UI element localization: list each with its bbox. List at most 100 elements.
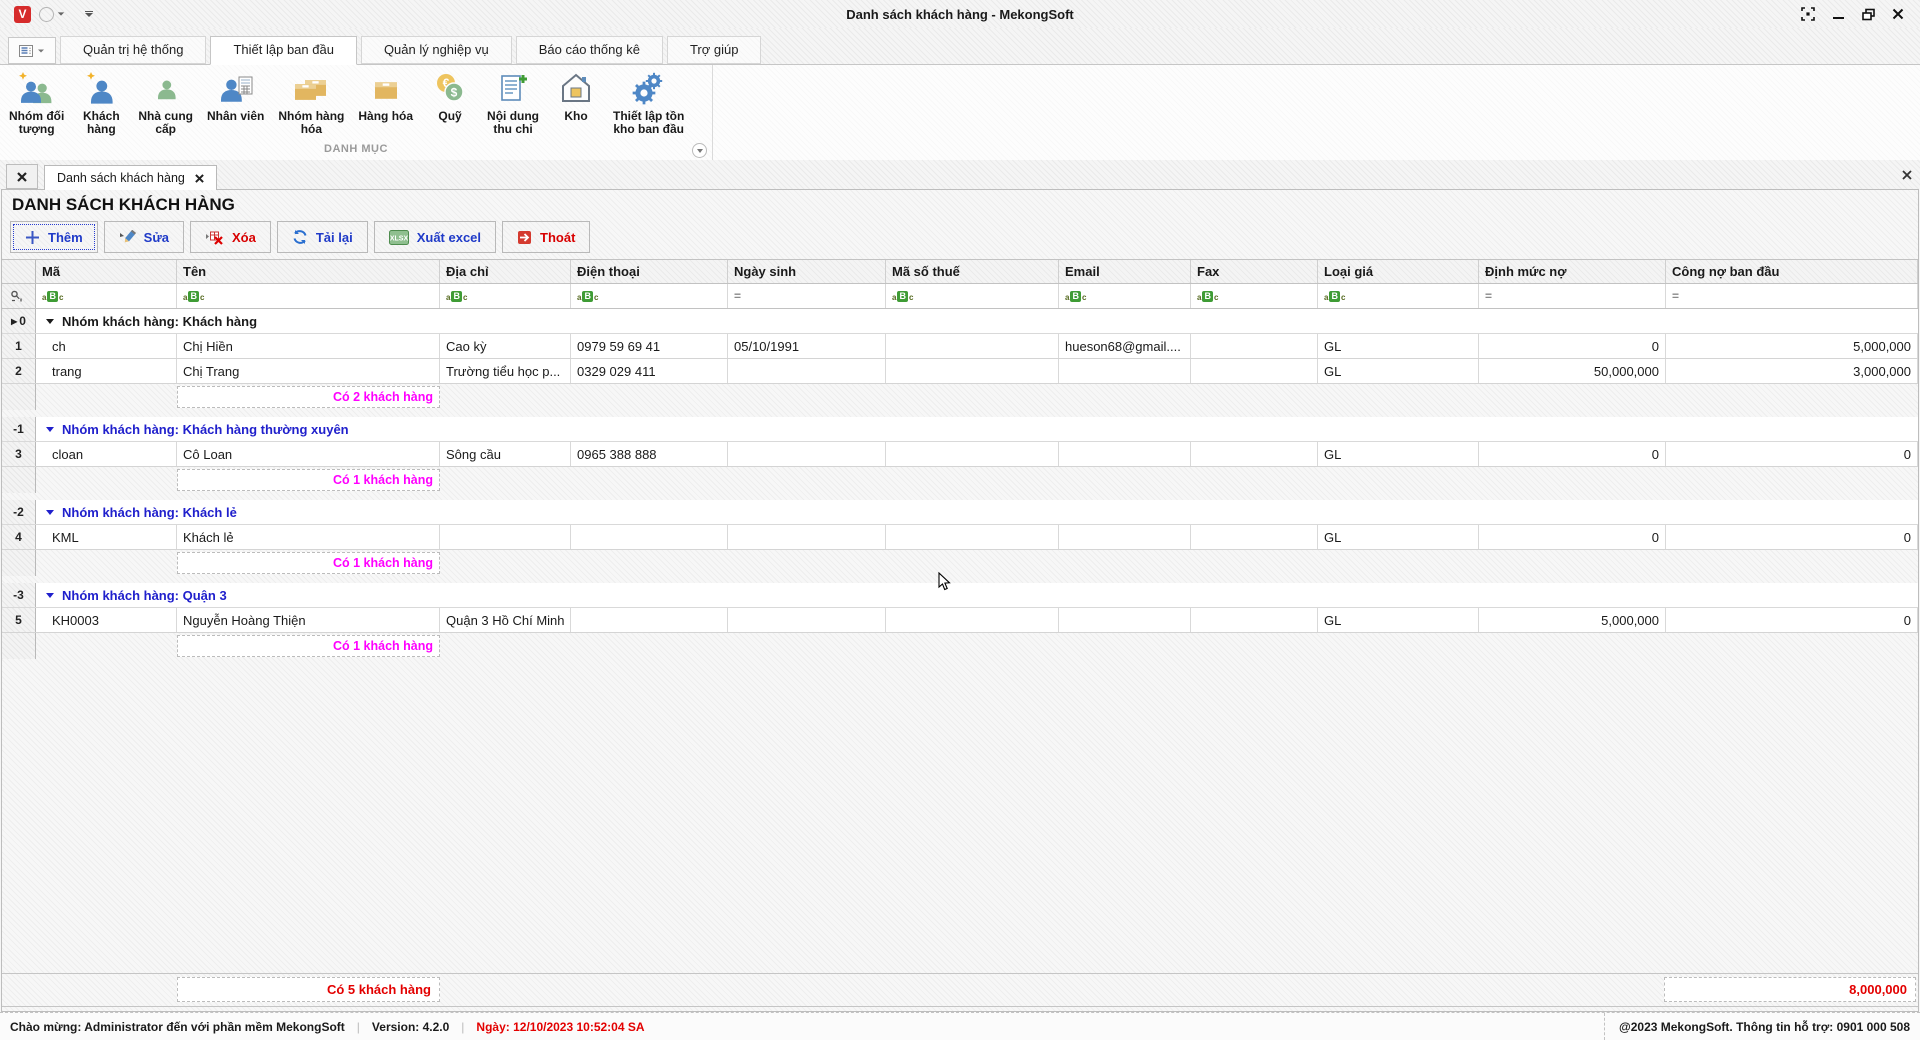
cell-Công nợ ban đầu[interactable]: 0	[1666, 608, 1918, 632]
group-row[interactable]: -2Nhóm khách hàng: Khách lẻ	[2, 500, 1918, 525]
cell-Email[interactable]	[1059, 442, 1191, 466]
toolbar-button[interactable]: Tải lại	[277, 221, 368, 253]
ribbon-tab[interactable]: Quản trị hệ thống	[60, 36, 206, 64]
ribbon-tab[interactable]: Trợ giúp	[667, 36, 762, 64]
cell-Mã số thuế[interactable]	[886, 359, 1059, 383]
cell-Điện thoại[interactable]	[571, 525, 728, 549]
close-icon[interactable]	[195, 174, 204, 183]
cell-Loại giá[interactable]: GL	[1318, 525, 1479, 549]
cell-Ngày sinh[interactable]: 05/10/1991	[728, 334, 886, 358]
cell-Tên[interactable]: Cô Loan	[177, 442, 440, 466]
column-header-1[interactable]: Mã	[36, 260, 177, 283]
group-row[interactable]: -1Nhóm khách hàng: Khách hàng thường xuy…	[2, 417, 1918, 442]
data-row[interactable]: 5KH0003Nguyễn Hoàng ThiệnQuận 3 Hồ Chí M…	[2, 608, 1918, 633]
close-tab-button-left[interactable]	[6, 164, 38, 189]
ribbon-item[interactable]: Nhóm đối tượng	[2, 69, 71, 138]
cell-Ngày sinh[interactable]	[728, 442, 886, 466]
cell-Mã[interactable]: ch	[36, 334, 177, 358]
ribbon-item[interactable]: Hàng hóa	[351, 69, 420, 125]
column-header-2[interactable]: Tên	[177, 260, 440, 283]
column-header-8[interactable]: Fax	[1191, 260, 1318, 283]
tab-danh-sach-khach-hang[interactable]: Danh sách khách hàng	[44, 165, 217, 190]
ribbon-item[interactable]: €$Quỹ	[420, 69, 480, 125]
cell-Địa chỉ[interactable]: Sông cầu	[440, 442, 571, 466]
column-header-5[interactable]: Ngày sinh	[728, 260, 886, 283]
toolbar-button[interactable]: Sửa	[104, 221, 184, 253]
column-header-10[interactable]: Định mức nợ	[1479, 260, 1666, 283]
cell-Ngày sinh[interactable]	[728, 608, 886, 632]
cell-Mã số thuế[interactable]	[886, 442, 1059, 466]
group-row-content[interactable]: Nhóm khách hàng: Khách hàng	[36, 309, 1918, 333]
cell-Ngày sinh[interactable]	[728, 525, 886, 549]
close-document-button[interactable]	[1902, 168, 1912, 183]
collapse-triangle-icon[interactable]	[46, 319, 54, 324]
collapse-triangle-icon[interactable]	[46, 593, 54, 598]
fit-screen-button[interactable]	[1800, 6, 1816, 22]
minimize-button[interactable]	[1830, 6, 1846, 22]
cell-Công nợ ban đầu[interactable]: 0	[1666, 525, 1918, 549]
filter-cell-3[interactable]: aBc	[440, 284, 571, 308]
ribbon-item[interactable]: Nhân viên	[200, 69, 271, 125]
column-header-4[interactable]: Điện thoại	[571, 260, 728, 283]
ribbon-tab[interactable]: Thiết lập ban đầu	[210, 36, 356, 65]
cell-Mã số thuế[interactable]	[886, 608, 1059, 632]
toolbar-button[interactable]: Thoát	[502, 221, 590, 253]
ribbon-item[interactable]: Nhóm hàng hóa	[271, 69, 351, 138]
column-header-11[interactable]: Công nợ ban đầu	[1666, 260, 1918, 283]
column-header-9[interactable]: Loại giá	[1318, 260, 1479, 283]
restore-button[interactable]	[1860, 6, 1876, 22]
column-header-6[interactable]: Mã số thuế	[886, 260, 1059, 283]
filter-cell-2[interactable]: aBc	[177, 284, 440, 308]
cell-Công nợ ban đầu[interactable]: 3,000,000	[1666, 359, 1918, 383]
filter-cell-9[interactable]: aBc	[1318, 284, 1479, 308]
cell-Email[interactable]	[1059, 525, 1191, 549]
group-row-content[interactable]: Nhóm khách hàng: Khách lẻ	[36, 500, 1918, 524]
row-indicator[interactable]: 3	[2, 442, 36, 466]
cell-Địa chỉ[interactable]: Cao kỳ	[440, 334, 571, 358]
group-row-content[interactable]: Nhóm khách hàng: Khách hàng thường xuyên	[36, 417, 1918, 441]
cell-Mã số thuế[interactable]	[886, 334, 1059, 358]
toolbar-button[interactable]: XLSXXuất excel	[374, 221, 496, 253]
cell-Định mức nợ[interactable]: 5,000,000	[1479, 608, 1666, 632]
close-button[interactable]	[1890, 6, 1906, 22]
ribbon-item[interactable]: Nội dung thu chi	[480, 69, 546, 138]
cell-Công nợ ban đầu[interactable]: 5,000,000	[1666, 334, 1918, 358]
cell-Địa chỉ[interactable]: Quận 3 Hồ Chí Minh	[440, 608, 571, 632]
cell-Tên[interactable]: Nguyễn Hoàng Thiện	[177, 608, 440, 632]
ribbon-item[interactable]: Khách hàng	[71, 69, 131, 138]
row-indicator[interactable]: 4	[2, 525, 36, 549]
toolbar-button[interactable]: Thêm	[10, 221, 98, 253]
cell-Mã[interactable]: KML	[36, 525, 177, 549]
cell-Công nợ ban đầu[interactable]: 0	[1666, 442, 1918, 466]
filter-cell-5[interactable]: =	[728, 284, 886, 308]
cell-Loại giá[interactable]: GL	[1318, 608, 1479, 632]
cell-Định mức nợ[interactable]: 0	[1479, 525, 1666, 549]
cell-Điện thoại[interactable]: 0965 388 888	[571, 442, 728, 466]
row-indicator[interactable]: 1	[2, 334, 36, 358]
cell-Tên[interactable]: Chị Hiền	[177, 334, 440, 358]
cell-Loại giá[interactable]: GL	[1318, 442, 1479, 466]
ribbon-tab[interactable]: Quản lý nghiệp vụ	[361, 36, 512, 64]
cell-Điện thoại[interactable]	[571, 608, 728, 632]
group-row[interactable]: ▶0Nhóm khách hàng: Khách hàng	[2, 309, 1918, 334]
cell-Email[interactable]	[1059, 359, 1191, 383]
ribbon-item[interactable]: Thiết lập tồn kho ban đầu	[606, 69, 691, 138]
cell-Fax[interactable]	[1191, 608, 1318, 632]
row-indicator[interactable]: 2	[2, 359, 36, 383]
cell-Mã[interactable]: trang	[36, 359, 177, 383]
cell-Điện thoại[interactable]: 0979 59 69 41	[571, 334, 728, 358]
group-row-content[interactable]: Nhóm khách hàng: Quận 3	[36, 583, 1918, 607]
ribbon-tab[interactable]: Báo cáo thống kê	[516, 36, 663, 64]
row-indicator[interactable]: 5	[2, 608, 36, 632]
filter-cell-11[interactable]: =	[1666, 284, 1918, 308]
filter-cell-6[interactable]: aBc	[886, 284, 1059, 308]
data-row[interactable]: 4KMLKhách lẻGL00	[2, 525, 1918, 550]
cell-Tên[interactable]: Khách lẻ	[177, 525, 440, 549]
filter-cell-7[interactable]: aBc	[1059, 284, 1191, 308]
data-row[interactable]: 2trangChị TrangTrường tiểu học p...0329 …	[2, 359, 1918, 384]
collapse-triangle-icon[interactable]	[46, 427, 54, 432]
file-menu-button[interactable]	[8, 37, 56, 64]
filter-cell-1[interactable]: aBc	[36, 284, 177, 308]
cell-Điện thoại[interactable]: 0329 029 411	[571, 359, 728, 383]
toolbar-button[interactable]: Xóa	[190, 221, 271, 253]
